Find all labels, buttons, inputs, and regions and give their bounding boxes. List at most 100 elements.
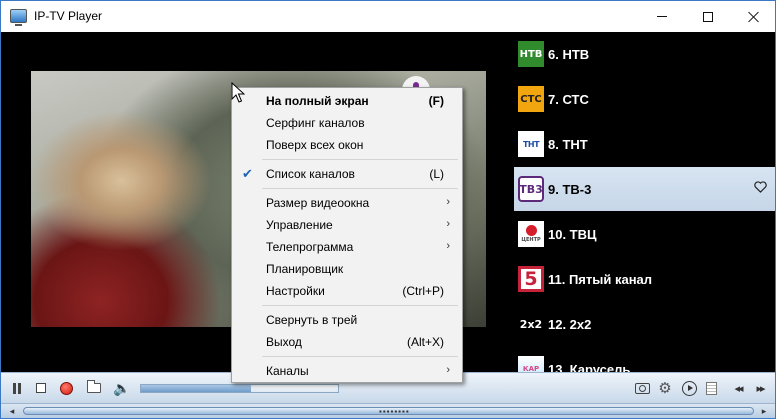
play-button[interactable] — [680, 379, 698, 397]
stop-button[interactable] — [32, 379, 50, 397]
maximize-icon — [703, 11, 713, 22]
menu-item-tv-guide[interactable]: Телепрограмма › — [232, 236, 462, 258]
seek-bar[interactable]: ◂ ▪▪▪▪▪▪▪▪ ▸ — [1, 403, 775, 418]
pause-button[interactable] — [8, 379, 26, 397]
grip-icon: ▪▪▪▪▪▪▪▪ — [379, 407, 410, 416]
sts-logo-icon: СТС — [518, 86, 544, 112]
volume-level — [141, 385, 252, 392]
tv3-logo-icon: ТВ3 — [518, 176, 544, 202]
channel-item[interactable]: 2x2 12. 2х2 — [514, 302, 775, 346]
volume-slider[interactable] — [140, 384, 339, 393]
channel-label: 8. ТНТ — [548, 136, 588, 152]
channel-label: 10. ТВЦ — [548, 226, 597, 242]
menu-item-channels[interactable]: Каналы › — [232, 360, 462, 382]
minimize-icon — [657, 16, 667, 17]
open-file-button[interactable] — [85, 379, 103, 397]
karusel-logo-icon: КАР — [518, 356, 544, 372]
channel-label: 9. ТВ-3 — [548, 181, 592, 197]
chevron-right-icon: › — [446, 364, 450, 376]
tvc-logo-icon: ЦЕНТР — [518, 221, 544, 247]
tvc-logo-caption: ЦЕНТР — [521, 237, 541, 243]
chevron-right-icon: › — [446, 240, 450, 252]
channel-label: 13. Карусель — [548, 361, 631, 373]
heart-icon[interactable] — [754, 181, 767, 193]
menu-item-label: Телепрограмма — [266, 240, 354, 254]
menu-separator — [262, 356, 458, 357]
pause-icon — [13, 382, 21, 394]
previous-channel-button[interactable]: ◂◂ — [729, 379, 747, 397]
menu-separator — [262, 305, 458, 306]
channel-item[interactable]: КАР 13. Карусель — [514, 347, 775, 372]
channel-item[interactable]: 5 11. Пятый канал — [514, 257, 775, 301]
channel-item[interactable]: ЦЕНТР 10. ТВЦ — [514, 212, 775, 256]
speaker-icon: 🔈 — [113, 379, 131, 396]
menu-item-label: Планировщик — [266, 262, 344, 276]
menu-item-label: Серфинг каналов — [266, 116, 365, 130]
menu-item-label: На полный экран — [266, 94, 369, 108]
menu-item-shortcut: (L) — [429, 167, 444, 181]
camera-icon — [634, 382, 650, 394]
menu-item-channel-list[interactable]: ✔ Список каналов (L) — [232, 163, 462, 185]
scroll-right-icon[interactable]: ▸ — [756, 405, 772, 417]
snapshot-button[interactable] — [633, 379, 651, 397]
menu-item-video-size[interactable]: Размер видеоокна › — [232, 192, 462, 214]
gear-icon: ⚙ — [658, 380, 672, 397]
menu-separator — [262, 188, 458, 189]
menu-item-exit[interactable]: Выход (Alt+X) — [232, 331, 462, 353]
channel-list[interactable]: НТВ 6. НТВ СТС 7. СТС ТНТ 8. ТНТ ТВ3 9. … — [514, 32, 775, 372]
menu-item-label: Каналы — [266, 364, 309, 378]
menu-item-minimize-to-tray[interactable]: Свернуть в трей — [232, 309, 462, 331]
channel-label: 11. Пятый канал — [548, 271, 653, 287]
channel-item[interactable]: ТНТ 8. ТНТ — [514, 122, 775, 166]
channel-label: 7. СТС — [548, 91, 589, 107]
channel-item[interactable]: СТС 7. СТС — [514, 77, 775, 121]
menu-item-settings[interactable]: Настройки (Ctrl+P) — [232, 280, 462, 302]
scroll-left-icon[interactable]: ◂ — [4, 405, 20, 417]
menu-item-fullscreen[interactable]: На полный экран (F) — [232, 90, 462, 112]
menu-item-shortcut: (Ctrl+P) — [402, 284, 444, 298]
chevron-right-icon: › — [446, 218, 450, 230]
menu-item-label: Управление — [266, 218, 333, 232]
menu-item-control[interactable]: Управление › — [232, 214, 462, 236]
menu-item-label: Свернуть в трей — [266, 313, 358, 327]
app-window: IP-TV Player НТВ 6. НТВ СТС 7. СТС ТНТ 8… — [0, 0, 776, 419]
tv-app-icon — [10, 9, 27, 26]
menu-item-channel-surfing[interactable]: Серфинг каналов — [232, 112, 462, 134]
playlist-button[interactable] — [702, 379, 720, 397]
channel5-logo-icon: 5 — [518, 266, 544, 292]
menu-item-label: Настройки — [266, 284, 325, 298]
menu-item-always-on-top[interactable]: Поверх всех окон — [232, 134, 462, 156]
window-title: IP-TV Player — [34, 9, 103, 23]
settings-button[interactable]: ⚙ — [656, 379, 674, 397]
menu-item-label: Поверх всех окон — [266, 138, 364, 152]
next-channel-button[interactable]: ▸▸ — [751, 379, 769, 397]
ntv-logo-icon: НТВ — [518, 41, 544, 67]
menu-item-label: Размер видеоокна — [266, 196, 370, 210]
record-icon — [59, 381, 73, 395]
play-circle-icon — [681, 380, 697, 396]
tvc-logo-circle — [525, 225, 537, 236]
menu-item-label: Выход — [266, 335, 302, 349]
channel-label: 6. НТВ — [548, 46, 590, 62]
minimize-button[interactable] — [639, 1, 685, 32]
menu-item-shortcut: (Alt+X) — [406, 335, 444, 349]
menu-item-scheduler[interactable]: Планировщик — [232, 258, 462, 280]
seek-thumb[interactable]: ▪▪▪▪▪▪▪▪ — [23, 407, 754, 416]
channel-item[interactable]: НТВ 6. НТВ — [514, 32, 775, 76]
record-button[interactable] — [57, 379, 75, 397]
stop-icon — [36, 383, 46, 393]
skip-back-icon: ◂◂ — [734, 382, 743, 395]
menu-item-label: Список каналов — [266, 167, 355, 181]
maximize-button[interactable] — [685, 1, 731, 32]
list-icon — [705, 381, 717, 395]
2x2-logo-icon: 2x2 — [518, 311, 544, 337]
close-button[interactable] — [731, 1, 776, 32]
channel-item-selected[interactable]: ТВ3 9. ТВ-3 — [514, 167, 775, 211]
menu-separator — [262, 159, 458, 160]
close-icon — [748, 11, 760, 23]
chevron-right-icon: › — [446, 196, 450, 208]
check-icon: ✔ — [242, 166, 253, 181]
context-menu: На полный экран (F) Серфинг каналов Пове… — [231, 87, 463, 383]
mute-button[interactable]: 🔈 — [113, 379, 131, 397]
folder-icon — [86, 380, 101, 393]
